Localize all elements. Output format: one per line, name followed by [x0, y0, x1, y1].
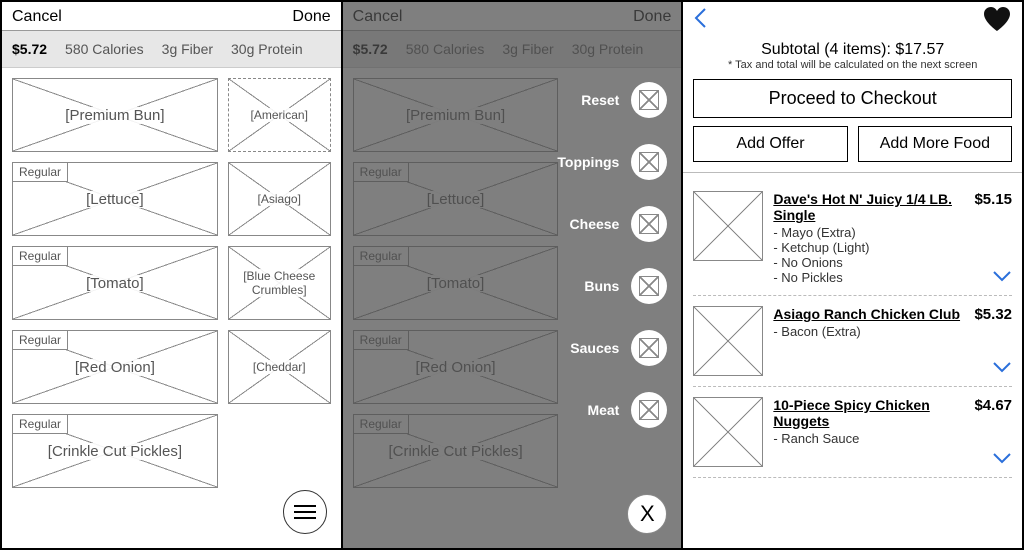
item-info: Asiago Ranch Chicken Club - Bacon (Extra): [773, 306, 964, 376]
cart-summary: Subtotal (4 items): $17.57 * Tax and tot…: [683, 39, 1022, 79]
category-label: Sauces: [570, 340, 619, 356]
cart-item[interactable]: Dave's Hot N' Juicy 1/4 LB. Single - Mayo…: [693, 181, 1012, 296]
cart-item[interactable]: 10-Piece Spicy Chicken Nuggets - Ranch Sa…: [693, 387, 1012, 478]
category-sauces[interactable]: Sauces: [557, 330, 667, 366]
category-label: Buns: [584, 278, 619, 294]
ingredient-label: [Asiago]: [256, 192, 303, 206]
item-mod: - Ranch Sauce: [773, 431, 964, 446]
cancel-button[interactable]: Cancel: [12, 8, 62, 26]
favorite-icon[interactable]: [982, 6, 1012, 37]
ingredient-label: [Crinkle Cut Pickles]: [46, 443, 184, 460]
category-icon: [631, 144, 667, 180]
cart-screen: Subtotal (4 items): $17.57 * Tax and tot…: [683, 2, 1022, 548]
amount-tag: Regular: [12, 162, 68, 182]
category-icon: [631, 206, 667, 242]
price-label: $5.72: [12, 41, 47, 57]
menu-fab[interactable]: [283, 490, 327, 534]
subtotal-label: Subtotal (4 items): $17.57: [693, 41, 1012, 59]
amount-tag: Regular: [12, 246, 68, 266]
chevron-down-icon[interactable]: [992, 269, 1012, 287]
category-icon: [631, 392, 667, 428]
ingredient-tile[interactable]: Regular [Crinkle Cut Pickles]: [12, 414, 218, 488]
ingredient-label: [Blue Cheese Crumbles]: [229, 269, 330, 297]
item-mod: - Ketchup (Light): [773, 240, 964, 255]
chevron-down-icon[interactable]: [992, 360, 1012, 378]
category-icon: [631, 268, 667, 304]
add-offer-button[interactable]: Add Offer: [693, 126, 847, 162]
item-mod: - No Pickles: [773, 270, 964, 285]
add-more-food-button[interactable]: Add More Food: [858, 126, 1012, 162]
category-icon: [631, 330, 667, 366]
ingredient-tile[interactable]: [Cheddar]: [228, 330, 331, 404]
item-info: Dave's Hot N' Juicy 1/4 LB. Single - Mayo…: [773, 191, 964, 285]
back-icon[interactable]: [693, 7, 707, 36]
ingredient-label: [Premium Bun]: [63, 107, 166, 124]
ingredient-label: [Lettuce]: [84, 191, 146, 208]
topbar: [683, 2, 1022, 39]
item-name: Asiago Ranch Chicken Club: [773, 306, 964, 322]
item-name: 10-Piece Spicy Chicken Nuggets: [773, 397, 964, 429]
nutrition-bar: $5.72 580 Calories 3g Fiber 30g Protein: [2, 31, 341, 68]
customize-screen-overlay: Cancel Done $5.72 580 Calories 3g Fiber …: [343, 2, 682, 548]
item-mod: - Mayo (Extra): [773, 225, 964, 240]
ingredient-label: [Tomato]: [84, 275, 146, 292]
done-button[interactable]: Done: [292, 8, 330, 26]
item-mod: - Bacon (Extra): [773, 324, 964, 339]
chevron-down-icon[interactable]: [992, 451, 1012, 469]
cart-item[interactable]: Asiago Ranch Chicken Club - Bacon (Extra)…: [693, 296, 1012, 387]
ingredient-label: [Cheddar]: [251, 360, 308, 374]
ingredient-tile[interactable]: [Premium Bun]: [12, 78, 218, 152]
category-label: Toppings: [557, 154, 619, 170]
category-reset[interactable]: Reset: [557, 82, 667, 118]
ingredient-tile[interactable]: [Blue Cheese Crumbles]: [228, 246, 331, 320]
ingredient-label: [Red Onion]: [73, 359, 157, 376]
item-thumb: [693, 397, 763, 467]
category-label: Reset: [581, 92, 619, 108]
item-name: Dave's Hot N' Juicy 1/4 LB. Single: [773, 191, 964, 223]
item-thumb: [693, 306, 763, 376]
fiber-label: 3g Fiber: [162, 41, 213, 57]
ingredient-tile[interactable]: Regular [Tomato]: [12, 246, 218, 320]
item-thumb: [693, 191, 763, 261]
ingredient-tile[interactable]: Regular [Lettuce]: [12, 162, 218, 236]
protein-label: 30g Protein: [231, 41, 303, 57]
amount-tag: Regular: [12, 414, 68, 434]
category-meat[interactable]: Meat: [557, 392, 667, 428]
category-icon: [631, 82, 667, 118]
checkout-button[interactable]: Proceed to Checkout: [693, 79, 1012, 118]
ingredient-tile[interactable]: [American]: [228, 78, 331, 152]
calories-label: 580 Calories: [65, 41, 144, 57]
ingredient-tile[interactable]: Regular [Red Onion]: [12, 330, 218, 404]
ingredient-label: [American]: [249, 108, 310, 122]
ingredient-tile[interactable]: [Asiago]: [228, 162, 331, 236]
category-label: Cheese: [570, 216, 620, 232]
tax-note: * Tax and total will be calculated on th…: [693, 59, 1012, 71]
category-cheese[interactable]: Cheese: [557, 206, 667, 242]
category-buns[interactable]: Buns: [557, 268, 667, 304]
amount-tag: Regular: [12, 330, 68, 350]
customize-screen: Cancel Done $5.72 580 Calories 3g Fiber …: [2, 2, 341, 548]
category-toppings[interactable]: Toppings: [557, 144, 667, 180]
topbar: Cancel Done: [2, 2, 341, 31]
item-info: 10-Piece Spicy Chicken Nuggets - Ranch Sa…: [773, 397, 964, 467]
category-label: Meat: [587, 402, 619, 418]
item-mod: - No Onions: [773, 255, 964, 270]
